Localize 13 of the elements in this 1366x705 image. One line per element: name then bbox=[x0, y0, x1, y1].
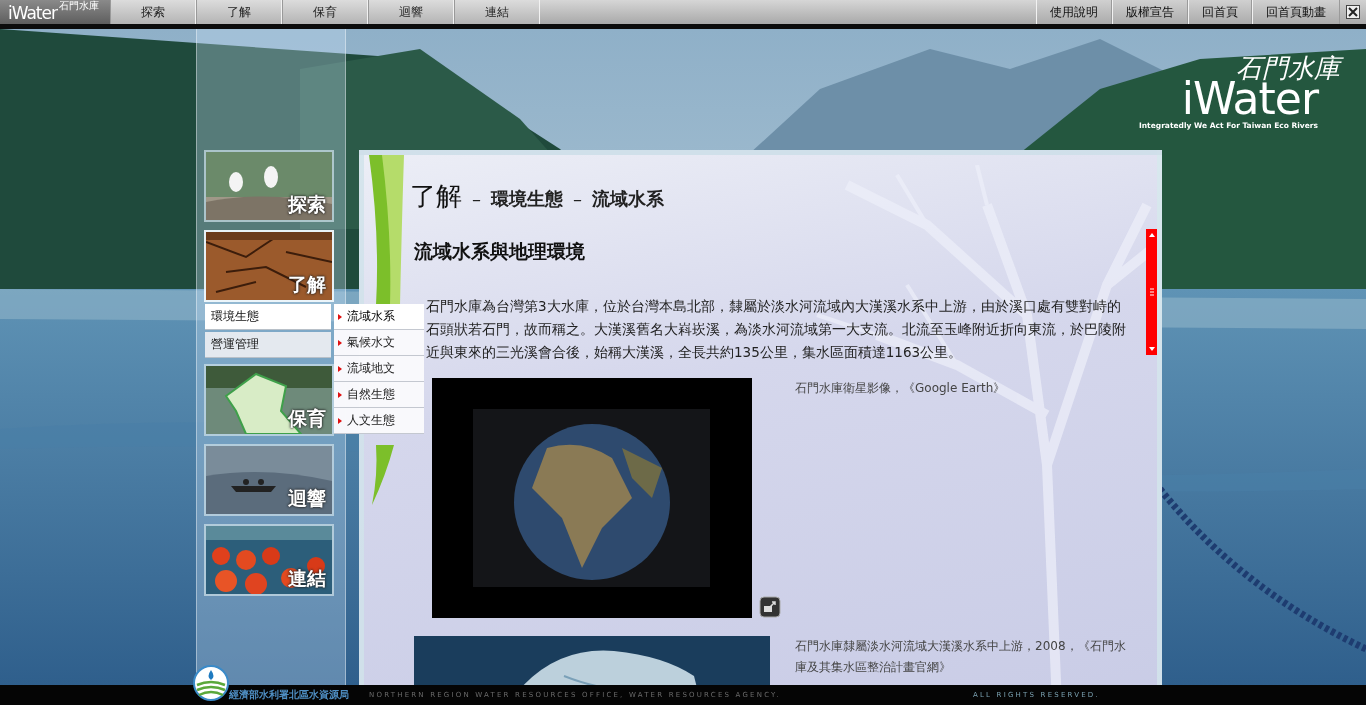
nav-tab[interactable]: 了解 bbox=[196, 0, 282, 24]
header-link[interactable]: 回首頁 bbox=[1188, 0, 1252, 24]
close-icon bbox=[1346, 5, 1360, 19]
nav-tab[interactable]: 保育 bbox=[282, 0, 368, 24]
logo-text: iWater bbox=[8, 2, 57, 24]
logo-tagline: 石門水庫 bbox=[59, 0, 99, 12]
nav-tab[interactable]: 迴響 bbox=[368, 0, 454, 24]
nav-tab[interactable]: 連結 bbox=[454, 0, 540, 24]
header-link[interactable]: 回首頁動畫 bbox=[1252, 0, 1340, 24]
agency-name: 經濟部水利署北區水資源局 bbox=[229, 688, 350, 702]
nav-tab[interactable]: 探索 bbox=[110, 0, 196, 24]
header-link[interactable]: 使用說明 bbox=[1036, 0, 1112, 24]
header-link[interactable]: 版權宣告 bbox=[1112, 0, 1188, 24]
